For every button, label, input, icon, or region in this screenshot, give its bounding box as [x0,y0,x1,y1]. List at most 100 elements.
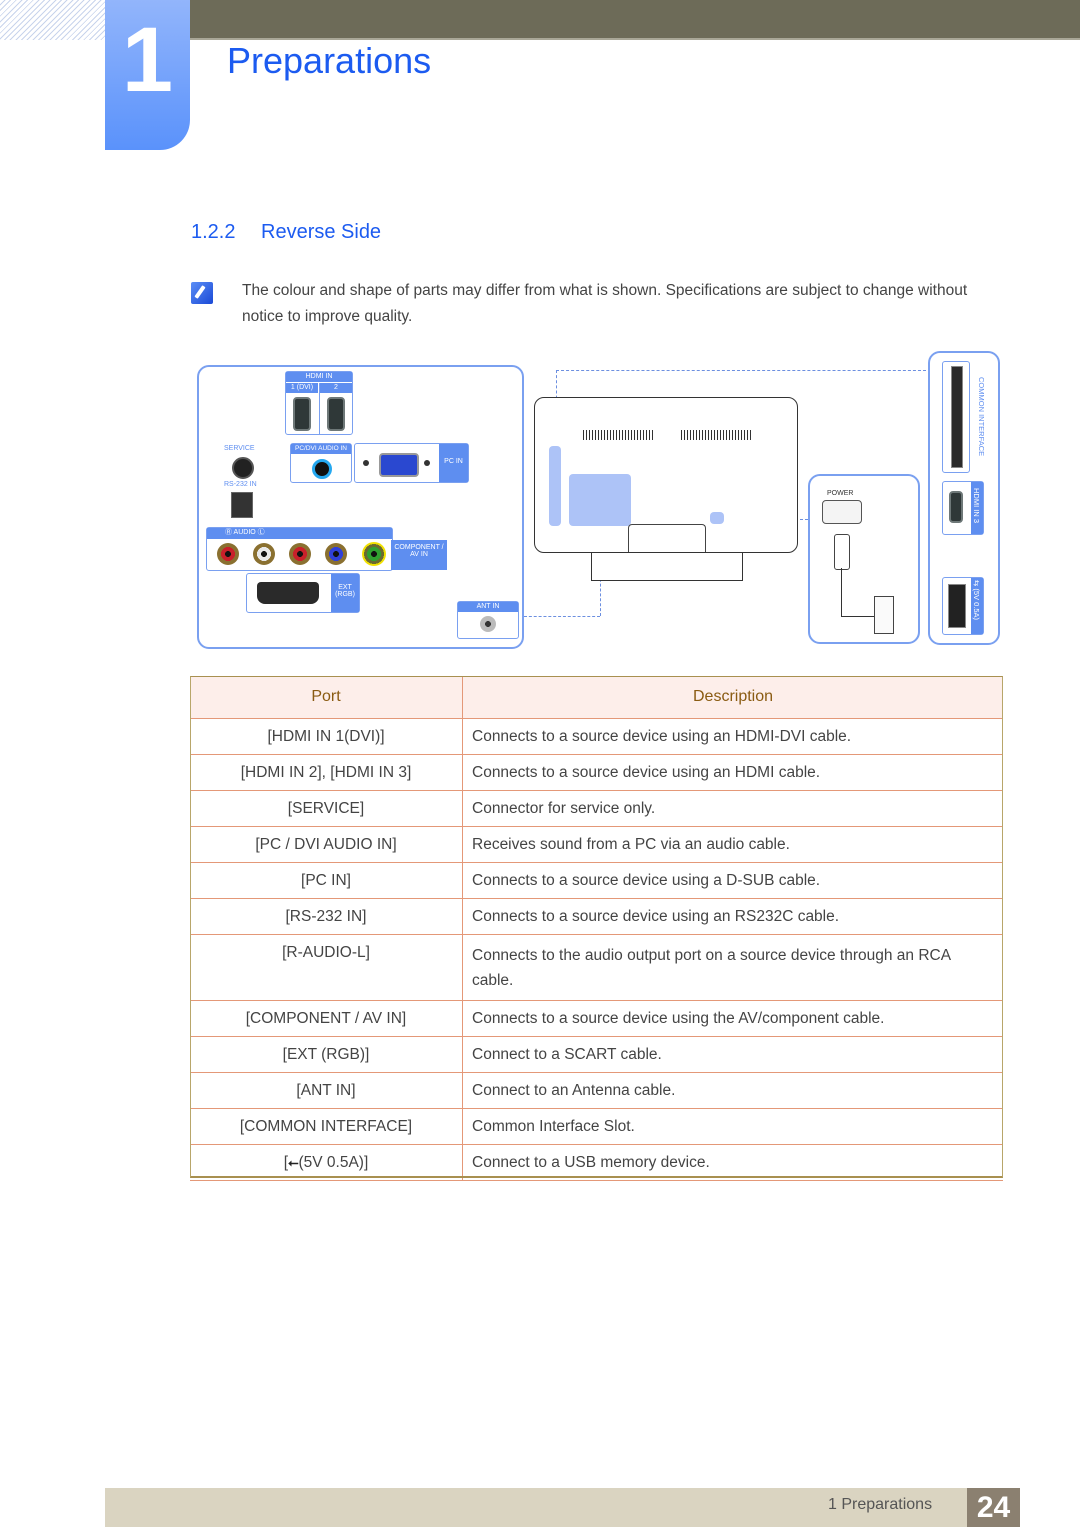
tv-rear-body [534,397,798,553]
usb-label: ⇆ (5V 0.5A) [972,580,981,621]
header-hatch-pattern [0,0,105,40]
description-cell: Connects to a source device using an HDM… [462,754,1003,791]
table-row: [ANT IN] Connect to an Antenna cable. [190,1072,1003,1109]
table-row: [COMMON INTERFACE] Common Interface Slot. [190,1108,1003,1145]
port-cell: [HDMI IN 2], [HDMI IN 3] [190,754,463,791]
pencil-note-icon [191,282,213,304]
section-heading: 1.2.2 Reverse Side [191,221,381,244]
table-row: [COMPONENT / AV IN] Connects to a source … [190,1000,1003,1037]
ext-rgb-group: EXT (RGB) [246,573,360,613]
hdmi-in-3-label: HDMI IN 3 [972,488,981,524]
pc-dvi-audio-label: PC/DVI AUDIO IN [291,444,351,454]
hdmi-in-3-box: HDMI IN 3 [942,481,984,535]
side-connector-panel: COMMON INTERFACE HDMI IN 3 ⇆ (5V 0.5A) [928,351,1000,645]
ant-in-group: ANT IN [457,601,519,639]
audio-label: Ⓡ AUDIO Ⓛ [207,528,392,539]
tv-stand-base [591,552,743,581]
footer-chapter-label: 1 Preparations [828,1496,933,1513]
component-av-group: Ⓡ AUDIO Ⓛ [206,527,393,571]
port-cell: [HDMI IN 1(DVI)] [190,718,463,755]
section-title: Reverse Side [261,221,382,243]
common-interface-slot [951,366,963,468]
power-socket [822,500,862,524]
vent-right [681,430,751,440]
callout-line-top [556,370,926,371]
hdmi-1-port [293,397,311,431]
port-text: (5V 0.5A)] [298,1154,369,1171]
scart-port [257,582,319,604]
description-cell: Connects to the audio output port on a s… [462,934,1003,1001]
pb-jack [325,543,347,565]
header-bar [190,0,1080,40]
reverse-side-diagram: HDMI IN 1 (DVI) 2 SERVICE RS-232 IN PC/D… [195,345,1005,655]
port-cell: [PC / DVI AUDIO IN] [190,826,463,863]
power-panel: POWER [808,474,920,644]
screw-left [363,460,369,466]
hdmi-3-port [949,491,963,523]
power-label: POWER [827,490,854,497]
ant-in-label: ANT IN [458,602,518,612]
stand-mount [628,524,706,553]
port-cell: [SERVICE] [190,790,463,827]
chapter-number: 1 [121,9,174,111]
description-cell: Receives sound from a PC via an audio ca… [462,826,1003,863]
pc-audio-jack [312,459,332,479]
port-cell: [ANT IN] [190,1072,463,1109]
component-av-label: COMPONENT / AV IN [391,540,447,570]
column-header-port: Port [190,676,463,719]
usb-icon: ⭠ [288,1155,299,1170]
port-cell: [RS-232 IN] [190,898,463,935]
audio-r-jack [217,543,239,565]
common-interface-label: COMMON INTERFACE [977,377,986,457]
hdmi-in-label: HDMI IN [286,372,352,382]
connector-panel-rear: HDMI IN 1 (DVI) 2 SERVICE RS-232 IN PC/D… [197,365,524,649]
wall-outlet [874,596,894,634]
power-plug [834,534,850,570]
power-cord [841,568,876,617]
side-panel-highlight [549,446,561,526]
note-text: The colour and shape of parts may differ… [242,282,968,325]
port-cell: [⭠(5V 0.5A)] [190,1144,463,1181]
vga-port [379,453,419,477]
table-row: [RS-232 IN] Connects to a source device u… [190,898,1003,935]
description-cell: Connect to a USB memory device. [462,1144,1003,1181]
table-row: [SERVICE] Connector for service only. [190,790,1003,827]
hdmi-in-group: HDMI IN 1 (DVI) 2 [285,371,353,435]
table-row: [EXT (RGB)] Connect to a SCART cable. [190,1036,1003,1073]
description-cell: Connect to a SCART cable. [462,1036,1003,1073]
description-cell: Connect to an Antenna cable. [462,1072,1003,1109]
rs232-label: RS-232 IN [224,481,257,488]
table-row: [R-AUDIO-L] Connects to the audio output … [190,934,1003,1001]
pr-jack [289,543,311,565]
table-row: [PC IN] Connects to a source device using… [190,862,1003,899]
port-cell: [R-AUDIO-L] [190,934,463,1001]
page-number: 24 [967,1488,1020,1527]
chapter-title: Preparations [227,40,432,81]
ext-rgb-label: EXT (RGB) [335,584,355,598]
section-number: 1.2.2 [191,221,236,243]
usb-box: ⇆ (5V 0.5A) [942,577,984,635]
port-cell: [EXT (RGB)] [190,1036,463,1073]
antenna-jack [480,616,496,632]
service-jack [232,457,254,479]
hdmi-2-port [327,397,345,431]
pc-in-group: PC IN [354,443,469,483]
table-row: [PC / DVI AUDIO IN] Receives sound from a… [190,826,1003,863]
table-row: [HDMI IN 2], [HDMI IN 3] Connects to a so… [190,754,1003,791]
port-cell: [COMPONENT / AV IN] [190,1000,463,1037]
callout-line-bottom [524,616,600,617]
service-label: SERVICE [224,445,255,452]
power-highlight [710,512,724,524]
rear-panel-highlight [569,474,631,526]
usb-port [948,584,966,628]
port-cell: [COMMON INTERFACE] [190,1108,463,1145]
pc-in-label: PC IN [444,458,463,465]
table-row: [⭠(5V 0.5A)] Connect to a USB memory dev… [190,1144,1003,1181]
column-header-description: Description [462,676,1003,719]
description-cell: Connects to a source device using an RS2… [462,898,1003,935]
hdmi-2-label: 2 [320,383,352,393]
description-cell: Connects to a source device using an HDM… [462,718,1003,755]
hdmi-1-label: 1 (DVI) [286,383,318,393]
video-jack [362,542,386,566]
common-interface-slot-box [942,361,970,473]
